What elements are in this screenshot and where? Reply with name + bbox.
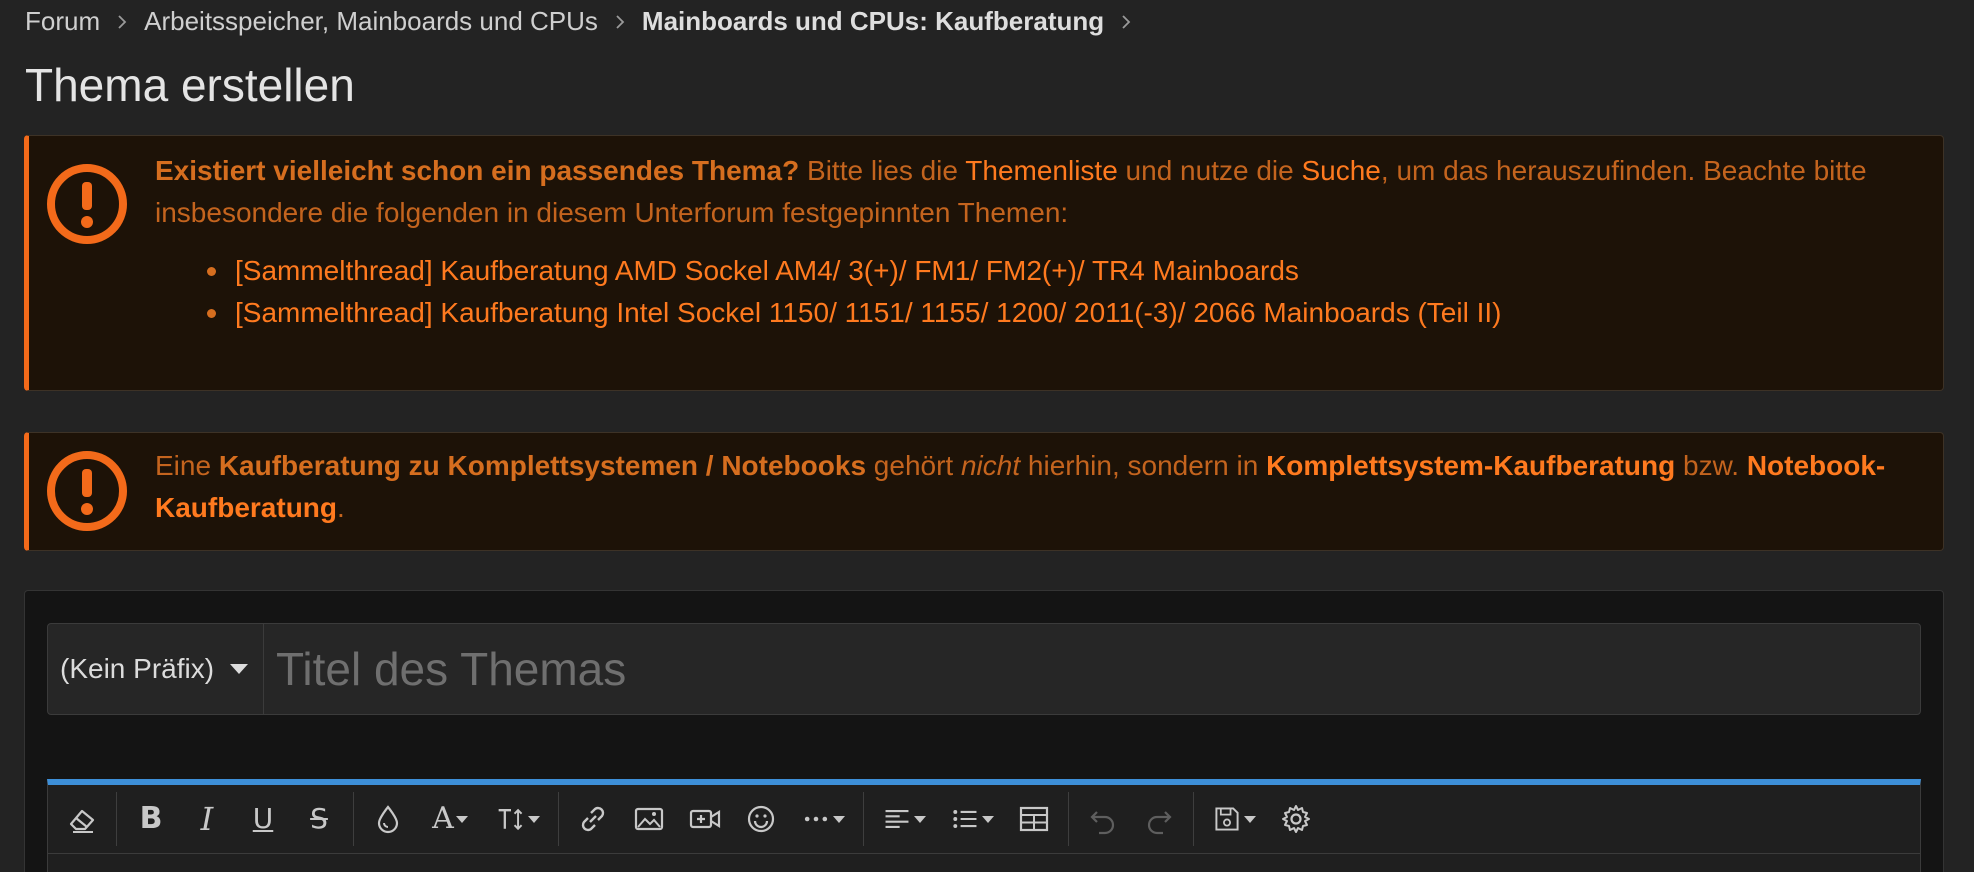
prefix-value: (Kein Präfix) xyxy=(60,653,215,684)
title-input[interactable] xyxy=(264,624,1920,714)
page: Forum Arbeitsspeicher, Mainboards und CP… xyxy=(0,0,1974,872)
rich-text-editor: B I U S A xyxy=(47,779,1921,872)
caret-down-icon xyxy=(833,815,845,823)
search-link[interactable]: Suche xyxy=(1301,155,1380,186)
video-icon[interactable] xyxy=(677,792,733,846)
image-icon[interactable] xyxy=(621,792,677,846)
caret-down-icon xyxy=(528,815,540,823)
link-icon[interactable] xyxy=(565,792,621,846)
more-icon[interactable] xyxy=(789,792,857,846)
undo-icon[interactable] xyxy=(1075,792,1131,846)
exclamation-circle-icon xyxy=(47,451,127,531)
table-icon[interactable] xyxy=(1006,792,1062,846)
caret-down-icon xyxy=(230,664,249,674)
title-row: (Kein Präfix) xyxy=(47,623,1921,715)
list-item: [Sammelthread] Kaufberatung Intel Sockel… xyxy=(207,292,1903,334)
toolbar-divider xyxy=(116,792,117,846)
thread-form: (Kein Präfix) B I U S A xyxy=(24,590,1944,872)
list-item: [Sammelthread] Kaufberatung AMD Sockel A… xyxy=(207,250,1903,292)
breadcrumb-category[interactable]: Arbeitsspeicher, Mainboards und CPUs xyxy=(144,6,598,37)
toolbar-divider xyxy=(558,792,559,846)
caret-down-icon xyxy=(455,815,468,823)
notice-text-part: gehört xyxy=(866,450,961,481)
notice-text-part: bzw. xyxy=(1675,450,1747,481)
caret-down-icon xyxy=(982,815,994,823)
thread-list-link[interactable]: Themenliste xyxy=(965,155,1118,186)
list-icon[interactable] xyxy=(938,792,1006,846)
page-title: Thema erstellen xyxy=(25,59,355,111)
chevron-right-icon xyxy=(1118,14,1134,30)
bold-icon[interactable]: B xyxy=(123,792,179,846)
pinned-threads-list: [Sammelthread] Kaufberatung AMD Sockel A… xyxy=(155,250,1903,334)
notice-existing-thread: Existiert vielleicht schon ein passendes… xyxy=(24,135,1944,391)
italic-icon[interactable]: I xyxy=(179,792,235,846)
notice-bold: Kaufberatung zu Komplettsystemen / Noteb… xyxy=(218,450,867,481)
toolbar-divider xyxy=(1068,792,1069,846)
complete-system-forum-link[interactable]: Komplettsystem-Kaufberatung xyxy=(1266,450,1675,481)
chevron-right-icon xyxy=(114,14,130,30)
notice-text-part: . xyxy=(337,492,345,523)
notice-lead: Existiert vielleicht schon ein passendes… xyxy=(155,155,800,186)
smiley-icon[interactable] xyxy=(733,792,789,846)
color-drop-icon[interactable] xyxy=(360,792,416,846)
redo-icon[interactable] xyxy=(1131,792,1187,846)
notice-text: Eine Kaufberatung zu Komplettsystemen / … xyxy=(155,433,1903,529)
align-icon[interactable] xyxy=(870,792,938,846)
font-size-icon[interactable] xyxy=(484,792,552,846)
strikethrough-icon[interactable]: S xyxy=(291,792,347,846)
toolbar-divider xyxy=(863,792,864,846)
notice-text-part: hierhin, sondern in xyxy=(1020,450,1267,481)
underline-icon[interactable]: U xyxy=(235,792,291,846)
notice-wrong-forum: Eine Kaufberatung zu Komplettsystemen / … xyxy=(24,432,1944,551)
chevron-right-icon xyxy=(612,14,628,30)
save-draft-icon[interactable] xyxy=(1200,792,1268,846)
pinned-thread-link-amd[interactable]: [Sammelthread] Kaufberatung AMD Sockel A… xyxy=(235,255,1299,286)
notice-text: Existiert vielleicht schon ein passendes… xyxy=(155,136,1903,334)
notice-text-part: und nutze die xyxy=(1117,155,1302,186)
toolbar-divider xyxy=(353,792,354,846)
settings-gear-icon[interactable] xyxy=(1268,792,1324,846)
pinned-thread-link-intel[interactable]: [Sammelthread] Kaufberatung Intel Sockel… xyxy=(235,297,1501,328)
toolbar-divider xyxy=(1193,792,1194,846)
breadcrumb-subforum[interactable]: Mainboards und CPUs: Kaufberatung xyxy=(642,6,1104,37)
caret-down-icon xyxy=(914,815,926,823)
breadcrumb-forum[interactable]: Forum xyxy=(25,6,100,37)
exclamation-circle-icon xyxy=(47,164,127,244)
notice-italic: nicht xyxy=(960,450,1021,481)
font-family-icon[interactable]: A xyxy=(416,792,484,846)
notice-text-part: Bitte lies die xyxy=(799,155,966,186)
caret-down-icon xyxy=(1244,815,1256,823)
notice-text-part: Eine xyxy=(155,450,219,481)
editor-toolbar: B I U S A xyxy=(48,785,1920,854)
prefix-select[interactable]: (Kein Präfix) xyxy=(48,624,264,714)
eraser-icon[interactable] xyxy=(54,792,110,846)
breadcrumb: Forum Arbeitsspeicher, Mainboards und CP… xyxy=(25,6,1148,37)
